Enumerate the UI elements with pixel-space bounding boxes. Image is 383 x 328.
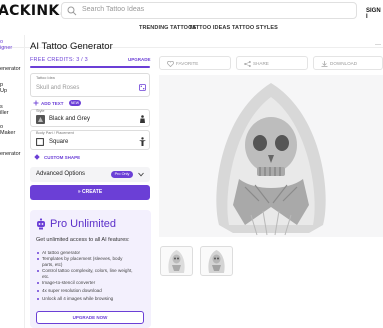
- upgrade-link[interactable]: UPGRADE: [128, 57, 151, 62]
- bullet: [37, 252, 39, 254]
- style-thumbnail-icon: [36, 115, 45, 124]
- advanced-options-label: Advanced Options: [36, 171, 86, 177]
- skull-thumbnail: [208, 250, 225, 273]
- create-button[interactable]: » CREATE: [30, 185, 150, 200]
- promo-subtitle: Get unlimited access to all AI features:: [36, 237, 130, 243]
- feature-item: Unlock all 4 images while browsing: [42, 296, 114, 301]
- skull-tattoo-image: [216, 83, 326, 236]
- placement-label: Body Part / Placement: [36, 131, 74, 135]
- bullet: [37, 298, 39, 300]
- bullet: [37, 270, 39, 272]
- share-icon: [244, 61, 251, 67]
- custom-shape-button[interactable]: CUSTOM SHAPE: [44, 155, 80, 160]
- page-title: AI Tattoo Generator: [30, 41, 113, 52]
- style-value: Black and Grey: [49, 116, 91, 122]
- pro-only-badge: Pro Only: [111, 171, 133, 178]
- skull-thumbnail: [168, 250, 185, 273]
- placement-value: Square: [49, 139, 69, 145]
- nav-tattoo-styles[interactable]: TATTOO STYLES: [232, 25, 278, 31]
- bullet: [37, 258, 39, 260]
- search-placeholder: Search Tattoo Ideas: [82, 6, 145, 13]
- add-text-button[interactable]: ADD TEXT: [41, 101, 64, 106]
- feature-item: Templates by placement (sleeves, body: [42, 256, 123, 261]
- nav-tattoo-ideas[interactable]: TATTOO IDEAS: [189, 25, 230, 31]
- body-figure-icon: [139, 137, 146, 146]
- preview-toolbar: FAVORITE SHARE DOWNLOAD: [159, 56, 383, 70]
- favorite-label: FAVORITE: [176, 61, 199, 66]
- sidebar: o igner enerator p Up s iller o Maker en…: [0, 35, 25, 328]
- feature-item: 4x super resolution download: [42, 288, 102, 293]
- tattoo-idea-placeholder: Skull and Roses: [36, 85, 80, 91]
- share-label: SHARE: [253, 61, 269, 66]
- new-badge: NEW: [69, 100, 81, 106]
- signin-link[interactable]: SIGN I: [366, 8, 383, 20]
- download-button[interactable]: DOWNLOAD: [313, 56, 383, 70]
- add-text-icon: [33, 100, 39, 106]
- thumbnail-2[interactable]: [200, 246, 233, 276]
- bullet: [37, 290, 39, 292]
- square-icon: [36, 138, 44, 146]
- sidebar-item-stencil-generator[interactable]: enerator: [0, 151, 21, 157]
- tattoo-idea-field[interactable]: Tattoo Idea Skull and Roses: [30, 73, 150, 97]
- feature-item: Image-to-stencil converter: [42, 280, 96, 285]
- download-label: DOWNLOAD: [330, 61, 358, 66]
- tattoo-idea-label: Tattoo Idea: [36, 76, 55, 80]
- pro-unlimited-card: Pro Unlimited Get unlimited access to al…: [30, 210, 151, 328]
- advanced-options-toggle[interactable]: Advanced Options Pro Only: [30, 167, 150, 182]
- sidebar-item-filler[interactable]: iller: [0, 110, 9, 116]
- heart-icon: [167, 61, 174, 67]
- feature-item: Control tattoo complexity, colors, line …: [42, 268, 133, 273]
- favorite-button[interactable]: FAVORITE: [159, 56, 231, 70]
- custom-shape-icon: [34, 154, 40, 160]
- sidebar-item-maker[interactable]: Maker: [0, 130, 15, 136]
- search-input[interactable]: Search Tattoo Ideas: [61, 2, 357, 19]
- style-select[interactable]: Style Black and Grey: [30, 109, 150, 127]
- feature-item: AI tattoo generator: [42, 250, 81, 255]
- credits-progress: [30, 66, 150, 68]
- sidebar-item-generator[interactable]: enerator: [0, 66, 21, 72]
- generated-tattoo-canvas[interactable]: [159, 75, 383, 237]
- upgrade-now-button[interactable]: UPGRADE NOW: [36, 311, 144, 324]
- feature-item: etc.: [42, 274, 50, 279]
- chevron-down-icon: [138, 172, 144, 177]
- bullet: [37, 282, 39, 284]
- share-button[interactable]: SHARE: [236, 56, 308, 70]
- robot-icon: [37, 218, 45, 230]
- style-figure-icon: [140, 115, 145, 123]
- search-icon: [67, 6, 77, 16]
- create-label: CREATE: [81, 189, 103, 195]
- shuffle-icon[interactable]: [139, 84, 146, 91]
- credits-progress-fill: [30, 66, 150, 68]
- nav-trending-tattoos[interactable]: TRENDING TATTOOS: [139, 25, 196, 31]
- credits-label: FREE CREDITS: 3 / 3: [30, 57, 88, 63]
- style-label: Style: [36, 109, 45, 113]
- thumbnail-1[interactable]: [160, 246, 193, 276]
- promo-title: Pro Unlimited: [50, 218, 117, 230]
- feature-item: parts, etc): [42, 262, 63, 267]
- more-indicator: —: [375, 42, 381, 48]
- placement-select[interactable]: Body Part / Placement Square: [30, 130, 150, 150]
- sidebar-item-designer[interactable]: igner: [0, 45, 12, 51]
- sidebar-item-up[interactable]: Up: [0, 88, 7, 94]
- download-icon: [321, 61, 328, 67]
